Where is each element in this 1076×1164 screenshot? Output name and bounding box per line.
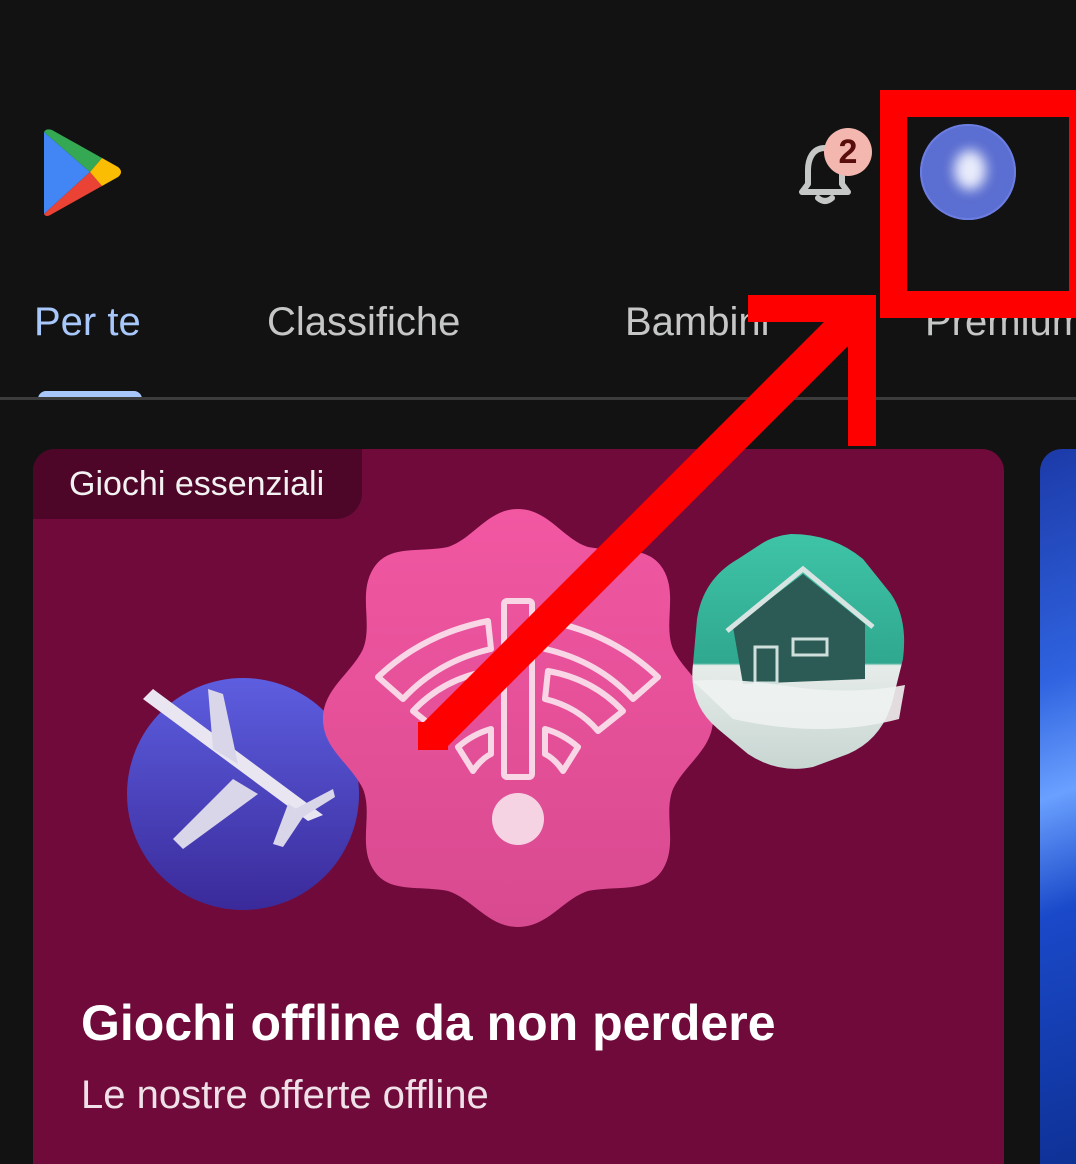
featured-card[interactable]: Giochi essenziali Giochi offline da non …	[33, 449, 1004, 1164]
no-wifi-icon	[323, 509, 713, 927]
google-play-logo-icon	[44, 129, 121, 216]
next-card-peek[interactable]	[1040, 449, 1076, 1164]
avatar-image	[954, 150, 986, 190]
tab-per-te[interactable]: Per te	[34, 300, 141, 345]
tab-bambini[interactable]: Bambini	[625, 300, 770, 345]
account-avatar[interactable]	[920, 124, 1016, 220]
barn-icon	[692, 534, 905, 769]
card-subtitle: Le nostre offerte offline	[81, 1073, 489, 1117]
card-artwork	[127, 509, 905, 927]
tab-divider	[0, 397, 1076, 400]
notification-count-badge: 2	[824, 128, 872, 176]
tab-premium[interactable]: Premium	[925, 300, 1076, 345]
card-title: Giochi offline da non perdere	[81, 995, 776, 1051]
tab-bar: Per te Classifiche Bambini Premium	[0, 290, 1076, 400]
tab-classifiche[interactable]: Classifiche	[267, 300, 460, 345]
card-category-chip: Giochi essenziali	[33, 449, 363, 519]
play-store-screen: 2 Per te Classifiche Bambini Premium Gio…	[0, 0, 1076, 1164]
